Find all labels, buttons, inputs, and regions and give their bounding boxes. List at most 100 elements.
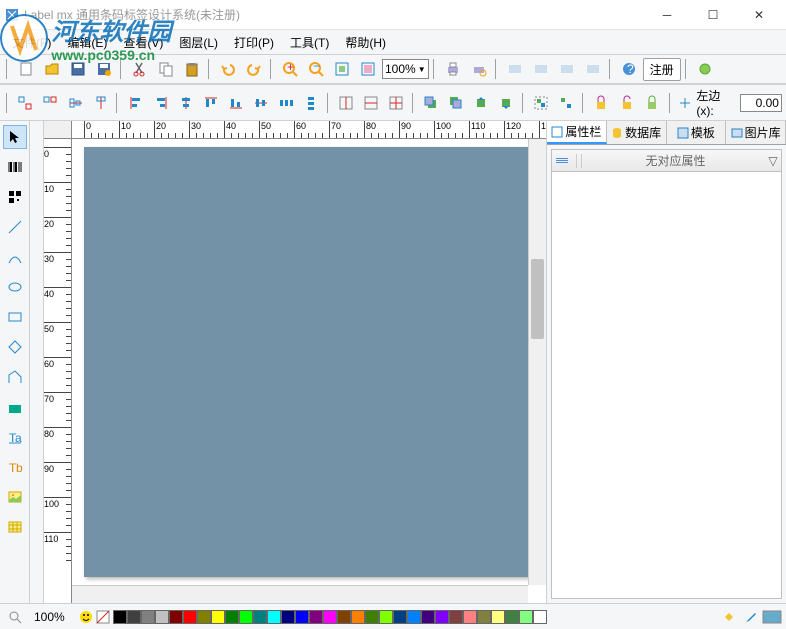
color-swatch[interactable]: [463, 610, 477, 624]
center-page-button[interactable]: [385, 91, 408, 115]
menu-help[interactable]: 帮助(H): [337, 32, 394, 53]
ruler-vertical[interactable]: 0102030405060708090100110: [44, 139, 72, 603]
paste-button[interactable]: [180, 57, 204, 81]
color-swatch[interactable]: [225, 610, 239, 624]
tool-qrcode[interactable]: [3, 185, 27, 209]
menu-tool[interactable]: 工具(T): [282, 32, 337, 53]
save-as-button[interactable]: [92, 57, 116, 81]
close-button[interactable]: ✕: [736, 0, 782, 30]
scrollbar-horizontal[interactable]: [72, 585, 528, 603]
align-right-button[interactable]: [149, 91, 172, 115]
align-btn-4[interactable]: [89, 91, 112, 115]
color-swatch[interactable]: [379, 610, 393, 624]
lock-button[interactable]: [590, 91, 613, 115]
align-btn-2[interactable]: [39, 91, 62, 115]
copy-button[interactable]: [154, 57, 178, 81]
new-button[interactable]: [14, 57, 38, 81]
color-swatch[interactable]: [323, 610, 337, 624]
smiley-icon[interactable]: [79, 610, 93, 624]
redo-button[interactable]: [242, 57, 266, 81]
color-swatch[interactable]: [295, 610, 309, 624]
color-swatch[interactable]: [533, 610, 547, 624]
maximize-button[interactable]: ☐: [690, 0, 736, 30]
tab-template[interactable]: 模板: [667, 121, 727, 144]
color-swatch[interactable]: [449, 610, 463, 624]
color-swatch[interactable]: [141, 610, 155, 624]
color-swatch[interactable]: [253, 610, 267, 624]
tool-diamond[interactable]: [3, 335, 27, 359]
tool-text-b[interactable]: Tb: [3, 455, 27, 479]
eyedropper-icon[interactable]: [702, 609, 718, 625]
nofill-icon[interactable]: [96, 610, 110, 624]
menu-edit[interactable]: 编辑(E): [59, 32, 115, 53]
align-btn-3[interactable]: [64, 91, 87, 115]
tab-database[interactable]: 数据库: [607, 121, 667, 144]
align-hcenter-button[interactable]: [249, 91, 272, 115]
left-input[interactable]: [740, 94, 782, 112]
color-swatch[interactable]: [337, 610, 351, 624]
align-vcenter-button[interactable]: [174, 91, 197, 115]
zoom-in-button[interactable]: +: [278, 57, 302, 81]
color-swatch[interactable]: [309, 610, 323, 624]
group-button[interactable]: [530, 91, 553, 115]
color-swatch[interactable]: [127, 610, 141, 624]
color-swatch[interactable]: [267, 610, 281, 624]
actual-button[interactable]: [356, 57, 380, 81]
help-button[interactable]: ?: [617, 57, 641, 81]
color-swatch[interactable]: [491, 610, 505, 624]
distribute-h-button[interactable]: [275, 91, 298, 115]
align-left-button[interactable]: [124, 91, 147, 115]
canvas-viewport[interactable]: [72, 139, 528, 585]
align-bottom-button[interactable]: [224, 91, 247, 115]
menu-print[interactable]: 打印(P): [226, 32, 282, 53]
tb-btn-1[interactable]: [503, 57, 527, 81]
color-swatch[interactable]: [183, 610, 197, 624]
canvas-page[interactable]: [84, 147, 528, 577]
cut-button[interactable]: [128, 57, 152, 81]
bring-forward-button[interactable]: [470, 91, 493, 115]
bucket-icon[interactable]: [721, 609, 737, 625]
color-swatch[interactable]: [239, 610, 253, 624]
color-swatch[interactable]: [169, 610, 183, 624]
tool-select[interactable]: [3, 125, 27, 149]
tool-rect[interactable]: [3, 305, 27, 329]
fit-button[interactable]: [330, 57, 354, 81]
tool-text-a[interactable]: Ta: [3, 425, 27, 449]
align-top-button[interactable]: [199, 91, 222, 115]
ungroup-button[interactable]: [555, 91, 578, 115]
color-swatch[interactable]: [155, 610, 169, 624]
open-button[interactable]: [40, 57, 64, 81]
tab-images[interactable]: 图片库: [726, 121, 786, 144]
print-preview-button[interactable]: [467, 57, 491, 81]
undo-button[interactable]: [216, 57, 240, 81]
tab-properties[interactable]: 属性栏: [547, 121, 607, 144]
tool-line[interactable]: [3, 215, 27, 239]
menu-layer[interactable]: 图层(L): [171, 32, 226, 53]
tb-btn-4[interactable]: [581, 57, 605, 81]
fill-swatch[interactable]: [762, 610, 782, 624]
color-swatch[interactable]: [421, 610, 435, 624]
color-swatch[interactable]: [281, 610, 295, 624]
color-swatch[interactable]: [197, 610, 211, 624]
distribute-v-button[interactable]: [300, 91, 323, 115]
zoom-combo[interactable]: 100%▼: [382, 59, 429, 79]
zoom-out-button[interactable]: −: [304, 57, 328, 81]
tool-image[interactable]: [3, 485, 27, 509]
color-swatch[interactable]: [351, 610, 365, 624]
print-button[interactable]: [441, 57, 465, 81]
color-swatch[interactable]: [365, 610, 379, 624]
send-back-button[interactable]: [445, 91, 468, 115]
pen-icon[interactable]: [743, 609, 759, 625]
color-swatch[interactable]: [519, 610, 533, 624]
align-btn-1[interactable]: [14, 91, 37, 115]
menu-file[interactable]: 文件(F): [4, 32, 59, 53]
tb-btn-3[interactable]: [555, 57, 579, 81]
color-swatch[interactable]: [435, 610, 449, 624]
color-swatch[interactable]: [211, 610, 225, 624]
panel-dropdown[interactable]: ▽: [765, 154, 781, 168]
color-swatch[interactable]: [477, 610, 491, 624]
tool-table[interactable]: [3, 515, 27, 539]
tool-fill[interactable]: [3, 395, 27, 419]
lock-all-button[interactable]: [640, 91, 663, 115]
center-page-h-button[interactable]: [335, 91, 358, 115]
